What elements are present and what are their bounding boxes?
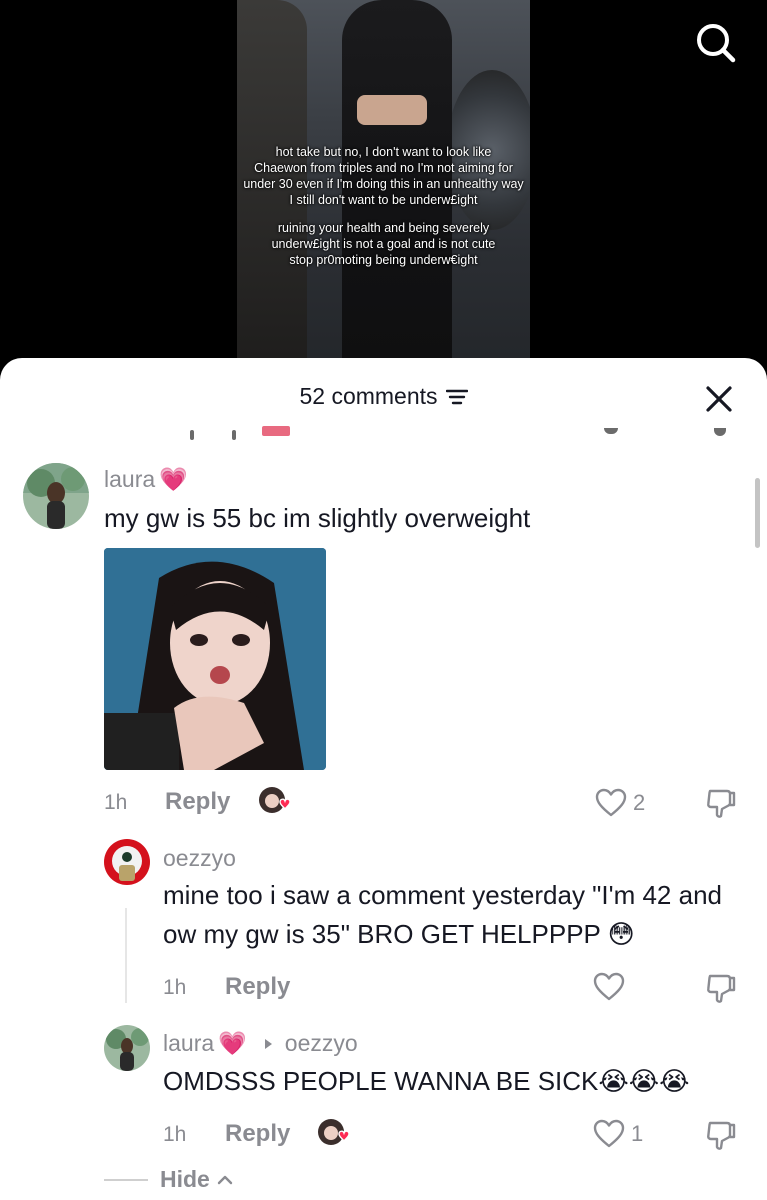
comment-time: 1h [104, 791, 128, 814]
thumbs-down-icon [707, 974, 736, 1003]
comment-text: mine too i saw a comment yesterday "I'm … [163, 880, 722, 949]
avatar[interactable] [23, 463, 89, 529]
like-button[interactable]: 2 [595, 788, 645, 818]
comment-text: OMDSSS PEOPLE WANNA BE SICK😭😭😭 [163, 1066, 690, 1096]
comment-text: my gw is 55 bc im slightly overweight [104, 503, 531, 533]
search-button[interactable] [693, 20, 739, 66]
reply-to-username[interactable]: oezzyo [285, 1030, 358, 1057]
thread-line [125, 908, 127, 1003]
reply-arrow-icon [264, 1038, 272, 1049]
video-area[interactable]: hot take but no, I don't want to look li… [0, 0, 767, 380]
previous-comment-cutoff [0, 426, 767, 440]
avatar[interactable] [104, 839, 150, 885]
chevron-up-icon [217, 1175, 233, 1184]
comment-time: 1h [163, 976, 187, 999]
scrollbar[interactable] [755, 478, 760, 548]
dislike-button[interactable] [704, 786, 738, 820]
pink-heart-emoji: 💗 [159, 466, 188, 492]
thumbs-down-icon [707, 789, 736, 818]
heart-outline-icon [595, 788, 627, 817]
dislike-button[interactable] [704, 1118, 738, 1152]
avatar[interactable] [104, 1025, 150, 1071]
creator-liked-badge [258, 786, 294, 818]
comment-username[interactable]: laura 💗 oezzyo [163, 1030, 358, 1057]
close-button[interactable] [700, 380, 738, 418]
comment-username[interactable]: laura 💗 [104, 466, 188, 493]
dislike-button[interactable] [704, 971, 738, 1005]
comment-count-sort[interactable]: 52 comments [299, 383, 468, 410]
like-button[interactable] [593, 972, 631, 1002]
hide-replies-button[interactable]: Hide [160, 1166, 234, 1193]
pink-heart-emoji: 💗 [218, 1030, 247, 1056]
like-count: 2 [633, 790, 646, 815]
like-button[interactable]: 1 [593, 1119, 643, 1149]
thumbs-down-icon [707, 1121, 736, 1150]
video-caption: hot take but no, I don't want to look li… [237, 144, 530, 280]
reply-button[interactable]: Reply [225, 1120, 290, 1148]
comments-header: 52 comments [0, 358, 767, 432]
video-caption-paragraph-2: ruining your health and being severely u… [271, 221, 496, 267]
comment-image[interactable] [104, 548, 326, 770]
search-icon [697, 24, 736, 63]
video-frame[interactable]: hot take but no, I don't want to look li… [237, 0, 530, 358]
like-count: 1 [631, 1121, 644, 1146]
divider [104, 1178, 148, 1181]
comment-time: 1h [163, 1123, 187, 1146]
video-caption-paragraph-1: hot take but no, I don't want to look li… [243, 145, 524, 207]
creator-liked-badge [317, 1118, 353, 1150]
heart-outline-icon [593, 1119, 625, 1148]
comments-sheet: 52 comments laura 💗 my gw is 55 bc im sl… [0, 358, 767, 1200]
close-icon [706, 386, 732, 412]
video-figure-waist [357, 95, 427, 125]
reply-button[interactable]: Reply [165, 788, 230, 816]
comment-username[interactable]: oezzyo [163, 845, 236, 872]
reply-button[interactable]: Reply [225, 973, 290, 1001]
hide-replies-row: Hide [104, 1166, 234, 1193]
sort-icon [445, 389, 468, 404]
comment-count-label: 52 comments [299, 383, 438, 409]
heart-outline-icon [593, 972, 625, 1001]
